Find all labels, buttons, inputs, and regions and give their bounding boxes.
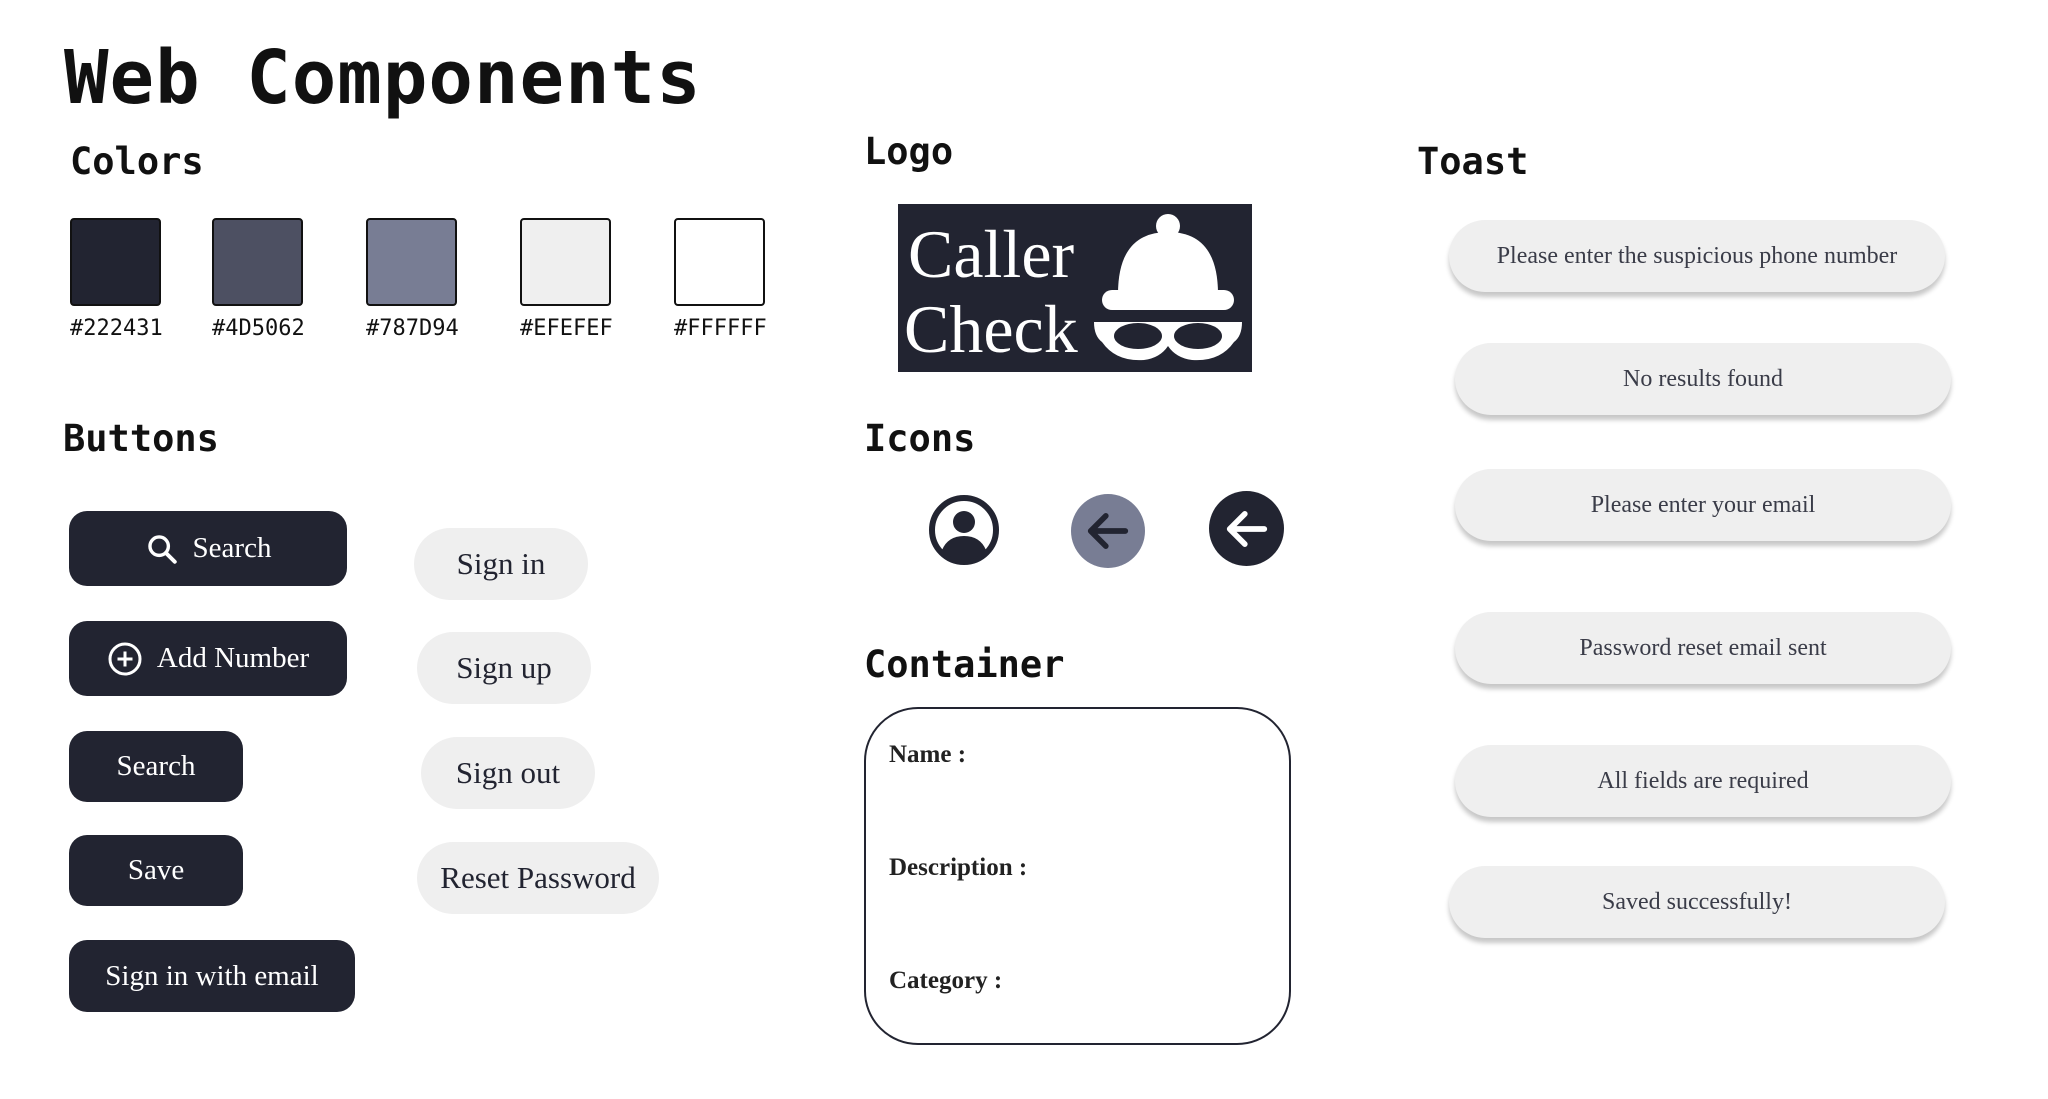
toast-message: Please enter your email bbox=[1455, 469, 1951, 541]
toast-text: Please enter your email bbox=[1590, 491, 1816, 518]
container-section-title: Container bbox=[864, 643, 1065, 686]
caller-check-logo: Caller Check bbox=[898, 204, 1252, 372]
description-field-label: Description : bbox=[889, 854, 1028, 881]
toast-message: All fields are required bbox=[1455, 745, 1951, 817]
color-swatch-label: #4D5062 bbox=[212, 316, 305, 341]
color-swatch-label: #787D94 bbox=[366, 316, 459, 341]
toast-message: Please enter the suspicious phone number bbox=[1449, 220, 1945, 292]
toast-message: Password reset email sent bbox=[1455, 612, 1951, 684]
search-button-with-icon[interactable]: Search bbox=[69, 511, 347, 586]
colors-section-title: Colors bbox=[70, 140, 204, 183]
color-swatch-label: #222431 bbox=[70, 316, 163, 341]
color-swatch-secondary bbox=[212, 218, 303, 306]
category-field-label: Category : bbox=[889, 967, 1003, 994]
logo-section-title: Logo bbox=[864, 130, 954, 173]
search-icon bbox=[145, 532, 179, 566]
search-button[interactable]: Search bbox=[69, 731, 243, 802]
color-swatch-muted bbox=[366, 218, 457, 306]
sign-in-button[interactable]: Sign in bbox=[414, 528, 588, 600]
toast-text: No results found bbox=[1623, 365, 1783, 392]
toast-text: Saved successfully! bbox=[1602, 888, 1792, 915]
button-label: Sign in with email bbox=[105, 959, 319, 992]
user-circle-icon[interactable] bbox=[928, 494, 1000, 566]
toast-section-title: Toast bbox=[1417, 140, 1529, 183]
add-number-button[interactable]: Add Number bbox=[69, 621, 347, 696]
color-swatch-label: #FFFFFF bbox=[674, 316, 767, 341]
toast-text: Please enter the suspicious phone number bbox=[1496, 242, 1898, 269]
buttons-section-title: Buttons bbox=[63, 417, 219, 460]
arrow-left-icon[interactable] bbox=[1071, 494, 1145, 568]
color-swatch-label: #EFEFEF bbox=[520, 316, 613, 341]
sign-out-button[interactable]: Sign out bbox=[421, 737, 595, 809]
icons-section-title: Icons bbox=[864, 417, 976, 460]
name-field-label: Name : bbox=[889, 741, 967, 768]
button-label: Reset Password bbox=[440, 860, 636, 895]
reset-password-button[interactable]: Reset Password bbox=[417, 842, 659, 914]
color-swatch-white bbox=[674, 218, 765, 306]
button-label: Search bbox=[192, 532, 272, 564]
sign-up-button[interactable]: Sign up bbox=[417, 632, 591, 704]
logo-text-line1: Caller bbox=[908, 216, 1075, 292]
color-swatch-light bbox=[520, 218, 611, 306]
toast-text: Password reset email sent bbox=[1579, 634, 1827, 661]
toast-text: All fields are required bbox=[1597, 767, 1809, 794]
button-label: Sign up bbox=[456, 650, 552, 685]
container-card: Name : Description : Category : bbox=[864, 707, 1291, 1045]
button-label: Sign in bbox=[456, 546, 546, 581]
plus-circle-icon bbox=[107, 641, 143, 677]
button-label: Save bbox=[127, 854, 185, 886]
button-label: Search bbox=[116, 750, 196, 782]
toast-message: No results found bbox=[1455, 343, 1951, 415]
detective-icon bbox=[1088, 210, 1248, 371]
logo-text-line2: Check bbox=[904, 291, 1078, 367]
color-swatch-primary bbox=[70, 218, 161, 306]
button-label: Sign out bbox=[455, 755, 561, 790]
button-label: Add Number bbox=[156, 642, 310, 674]
toast-message: Saved successfully! bbox=[1449, 866, 1945, 938]
page-title: Web Components bbox=[64, 35, 702, 121]
save-button[interactable]: Save bbox=[69, 835, 243, 906]
arrow-left-icon[interactable] bbox=[1209, 491, 1284, 566]
sign-in-with-email-button[interactable]: Sign in with email bbox=[69, 940, 355, 1012]
